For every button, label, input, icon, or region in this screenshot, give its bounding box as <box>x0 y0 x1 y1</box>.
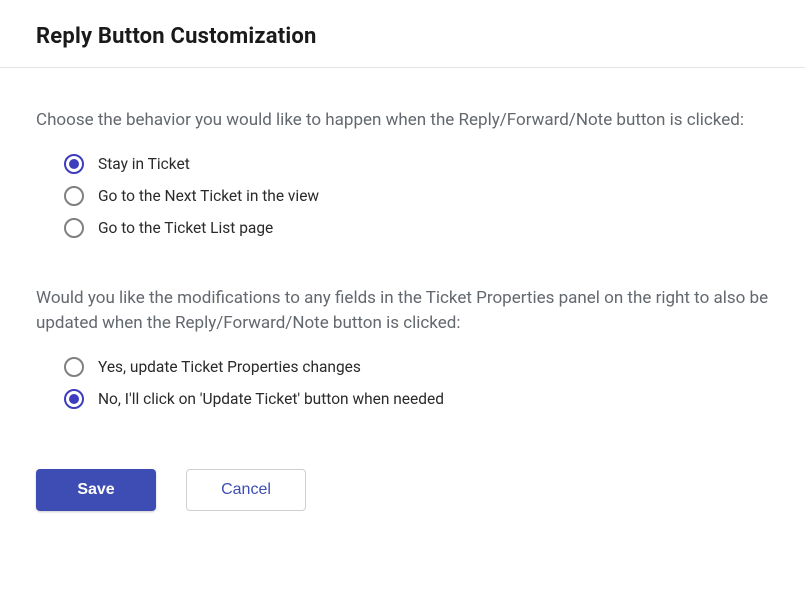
option-label: No, I'll click on 'Update Ticket' button… <box>98 390 444 408</box>
content: Choose the behavior you would like to ha… <box>0 68 805 511</box>
radio-icon <box>64 389 84 409</box>
save-button[interactable]: Save <box>36 469 156 511</box>
update-options: Yes, update Ticket Properties changes No… <box>36 357 769 409</box>
behavior-options: Stay in Ticket Go to the Next Ticket in … <box>36 154 769 238</box>
button-row: Save Cancel <box>36 457 769 511</box>
option-label: Go to the Next Ticket in the view <box>98 187 319 205</box>
option-label: Yes, update Ticket Properties changes <box>98 358 361 376</box>
option-no-click-update[interactable]: No, I'll click on 'Update Ticket' button… <box>64 389 769 409</box>
option-ticket-list[interactable]: Go to the Ticket List page <box>64 218 769 238</box>
option-stay-in-ticket[interactable]: Stay in Ticket <box>64 154 769 174</box>
radio-icon <box>64 357 84 377</box>
cancel-button[interactable]: Cancel <box>186 469 306 511</box>
behavior-question: Choose the behavior you would like to ha… <box>36 108 769 134</box>
option-next-ticket[interactable]: Go to the Next Ticket in the view <box>64 186 769 206</box>
header: Reply Button Customization <box>0 0 805 68</box>
update-question: Would you like the modifications to any … <box>36 286 769 337</box>
option-label: Go to the Ticket List page <box>98 219 273 237</box>
radio-icon <box>64 154 84 174</box>
option-label: Stay in Ticket <box>98 155 190 173</box>
option-yes-update[interactable]: Yes, update Ticket Properties changes <box>64 357 769 377</box>
page-title: Reply Button Customization <box>36 24 769 49</box>
radio-icon <box>64 218 84 238</box>
radio-icon <box>64 186 84 206</box>
